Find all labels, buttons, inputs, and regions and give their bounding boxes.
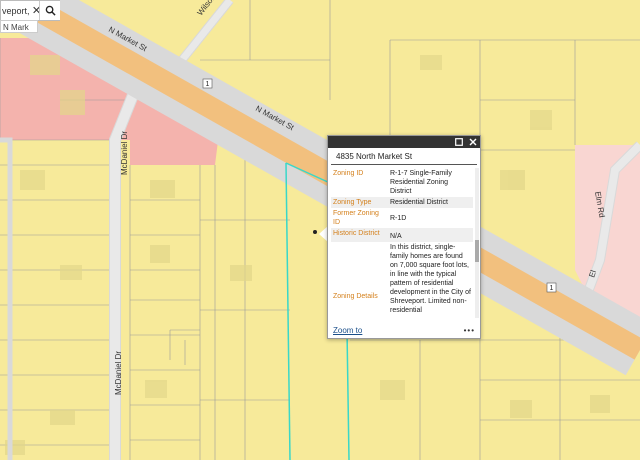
attribute-key: Former Zoning ID — [333, 210, 379, 226]
attribute-key: Historic District — [333, 230, 380, 237]
search-suggestion[interactable]: N Mark — [0, 20, 38, 33]
road-label: McDaniel Dr — [114, 351, 123, 395]
attribute-key: Zoning Details — [333, 293, 378, 300]
attribute-row: Zoning Type Residential District — [331, 197, 473, 208]
route-shield: 1 — [202, 78, 213, 89]
attribute-value: R-1-7 Single-Family Residential Zoning D… — [390, 170, 452, 195]
maximize-icon[interactable] — [455, 138, 463, 146]
search-icon — [45, 5, 56, 16]
attribute-row: Zoning ID R-1-7 Single-Family Residentia… — [331, 168, 473, 197]
more-dots-icon[interactable]: ••• — [464, 326, 475, 335]
search-input[interactable] — [1, 5, 30, 16]
popup-footer: Zoom to ••• — [333, 326, 475, 335]
route-shield: 1 — [546, 282, 557, 293]
svg-text:1: 1 — [550, 285, 554, 292]
close-icon[interactable] — [469, 138, 477, 146]
search-box[interactable]: ✕ — [0, 0, 60, 21]
road-label: McDaniel Dr — [120, 131, 129, 175]
popup-attributes: Zoning ID R-1-7 Single-Family Residentia… — [331, 168, 473, 318]
attribute-row: Zoning Details In this district, single-… — [331, 242, 473, 316]
popup-titlebar — [328, 136, 480, 148]
attribute-value: N/A — [390, 233, 402, 240]
attribute-value: R-1D — [390, 215, 407, 222]
attribute-row: Historic District N/A — [331, 228, 473, 242]
zoom-to-link[interactable]: Zoom to — [333, 326, 362, 335]
attribute-key: Zoning ID — [333, 170, 364, 177]
popup-title: 4835 North Market St — [331, 148, 477, 165]
attribute-row: Former Zoning ID R-1D — [331, 208, 473, 228]
search-button[interactable] — [39, 1, 60, 20]
popup-scrollbar[interactable] — [475, 168, 479, 318]
attribute-value: In this district, single-family homes ar… — [390, 244, 471, 314]
info-popup: 4835 North Market St Zoning ID R-1-7 Sin… — [327, 135, 481, 339]
attribute-value: Residential District — [390, 199, 448, 206]
popup-scroll-thumb[interactable] — [475, 240, 479, 262]
location-marker — [313, 230, 317, 234]
svg-text:1: 1 — [206, 81, 210, 88]
attribute-key: Zoning Type — [333, 199, 372, 206]
